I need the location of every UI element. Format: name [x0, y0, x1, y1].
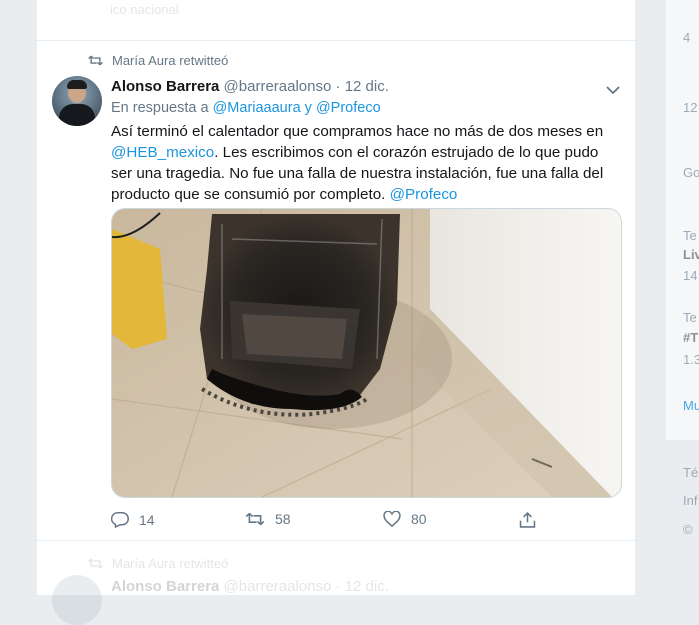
reply-button[interactable]: 14	[111, 511, 155, 528]
retweet-icon	[245, 512, 265, 526]
burned-heater-photo	[112, 209, 621, 497]
tweet-header: Alonso Barrera @barreraalonso · 12 dic.	[111, 78, 389, 95]
reply-context: En respuesta a @Mariaaaura y @Profeco	[111, 100, 381, 116]
sidebar-fragment: 1.3	[683, 352, 699, 367]
sidebar-fragment: Te	[683, 228, 697, 243]
separator-dot: ·	[335, 78, 341, 95]
sidebar-fragment: ©	[683, 522, 693, 537]
reply-mention-1[interactable]: @Mariaaaura	[213, 100, 301, 116]
reply-mention-2[interactable]: @Profeco	[316, 100, 381, 116]
next-retweet-context[interactable]: María Aura retwitteó	[88, 556, 228, 571]
tweet-text-part1: Así terminó el calentador que compramos …	[111, 123, 604, 140]
like-count: 80	[411, 511, 427, 527]
tweet-date[interactable]: 12 dic.	[345, 78, 389, 95]
mention-heb[interactable]: @HEB_mexico	[111, 144, 214, 161]
sidebar-fragment[interactable]: Inf	[683, 493, 697, 508]
sidebar-fragment: Go	[683, 165, 699, 180]
sidebar-fragment[interactable]: Liv	[683, 247, 699, 262]
next-author-avatar[interactable]	[52, 575, 102, 625]
share-button[interactable]	[519, 511, 546, 529]
retweet-icon	[88, 558, 103, 569]
like-button[interactable]: 80	[383, 511, 427, 527]
sidebar-fragment[interactable]: Té	[683, 465, 698, 480]
retweet-button[interactable]: 58	[245, 511, 291, 527]
next-author-handle[interactable]: @barreraalonso	[224, 578, 332, 595]
sidebar-fragment[interactable]: #T	[683, 330, 698, 345]
reply-prefix: En respuesta a	[111, 100, 209, 116]
previous-tweet-fragment: ico nacional	[110, 2, 179, 17]
next-author-name[interactable]: Alonso Barrera	[111, 578, 219, 595]
sidebar-fragment: 4	[683, 30, 691, 45]
sidebar-fragment: Te	[683, 310, 697, 325]
next-tweet-date[interactable]: 12 dic.	[345, 578, 389, 595]
next-retweeted-by-label: María Aura retwitteó	[112, 556, 229, 571]
share-icon	[519, 511, 536, 528]
trends-card	[666, 0, 699, 440]
reply-count: 14	[139, 511, 155, 528]
tweet-actions: 14 58 80	[111, 511, 541, 533]
reply-icon	[111, 511, 129, 528]
retweet-icon	[88, 55, 103, 66]
retweet-context[interactable]: María Aura retwitteó	[88, 53, 228, 68]
sidebar-fragment[interactable]: Mu	[683, 398, 699, 413]
tweet-text: Así terminó el calentador que compramos …	[111, 121, 611, 205]
reply-and: y	[304, 100, 312, 116]
sidebar-fragment: 14	[683, 268, 698, 283]
like-icon	[383, 511, 401, 527]
author-name[interactable]: Alonso Barrera	[111, 78, 219, 95]
sidebar-fragment: 12	[683, 100, 698, 115]
tweet-divider	[36, 40, 636, 41]
retweet-count: 58	[275, 511, 291, 527]
author-handle[interactable]: @barreraalonso	[224, 78, 332, 95]
author-avatar[interactable]	[52, 76, 102, 126]
retweeted-by-label: María Aura retwitteó	[112, 53, 229, 68]
next-separator-dot: ·	[335, 578, 341, 595]
mention-profeco[interactable]: @Profeco	[390, 186, 458, 203]
tweet-photo[interactable]	[111, 208, 622, 498]
chevron-down-icon[interactable]	[606, 82, 620, 100]
tweet-divider	[36, 540, 636, 541]
next-tweet-header: Alonso Barrera @barreraalonso · 12 dic.	[111, 578, 389, 595]
